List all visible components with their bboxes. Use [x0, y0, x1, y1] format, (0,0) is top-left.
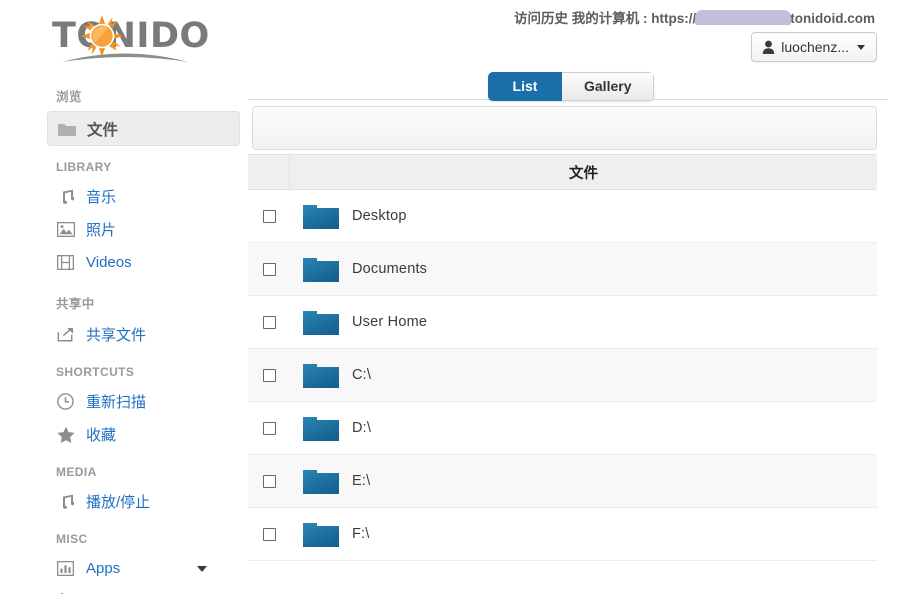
top-bar: TONIDO 访问历史 我的计算机: https:// tonidoid.co… — [0, 0, 901, 66]
sidebar-item-label: 重新扫描 — [86, 394, 147, 411]
row-checkbox[interactable] — [262, 527, 276, 541]
sidebar-item-label: 文件 — [87, 121, 119, 139]
row-checkbox-cell[interactable] — [248, 262, 290, 276]
row-checkbox[interactable] — [262, 474, 276, 488]
film-icon — [56, 253, 75, 272]
row-checkbox[interactable] — [262, 262, 276, 276]
sidebar-section-browse-title: 浏览 — [56, 90, 82, 104]
sidebar-item-label: 共享文件 — [86, 327, 147, 344]
folder-icon — [290, 254, 352, 284]
folder-icon — [290, 201, 352, 231]
photo-icon — [56, 220, 75, 239]
row-checkbox-cell[interactable] — [248, 209, 290, 223]
row-checkbox[interactable] — [262, 315, 276, 329]
file-name: C:\ — [352, 367, 372, 383]
clock-icon — [56, 392, 75, 411]
table-row[interactable]: Documents — [248, 243, 877, 296]
row-checkbox[interactable] — [262, 368, 276, 382]
sidebar-item-label: 播放/停止 — [86, 494, 151, 511]
folder-icon — [290, 360, 352, 390]
folder-icon — [290, 466, 352, 496]
table-row[interactable]: User Home — [248, 296, 877, 349]
folder-icon — [290, 519, 352, 549]
sidebar-item-play-stop[interactable]: 播放/停止 — [47, 485, 240, 518]
row-checkbox[interactable] — [262, 209, 276, 223]
file-name: Documents — [352, 261, 428, 277]
sidebar: 浏览 文件 LIBRARY 音乐 照片 Videos 共享中 共享文件 SHOR… — [0, 70, 248, 594]
file-name: F:\ — [352, 526, 370, 542]
table-row[interactable]: F:\ — [248, 508, 877, 561]
file-table: 文件 Desktop Documents User Home C:\ D:\ E… — [248, 154, 877, 561]
file-name: User Home — [352, 314, 428, 330]
table-row[interactable]: C:\ — [248, 349, 877, 402]
main-content: List Gallery 文件 Desktop Documents User H… — [248, 66, 901, 594]
sidebar-item-photos[interactable]: 照片 — [47, 213, 240, 246]
file-name: Desktop — [352, 208, 407, 224]
user-menu-button[interactable]: luochenz... — [751, 32, 877, 62]
sidebar-section-media-title: MEDIA — [56, 465, 97, 479]
file-name-column-header[interactable]: 文件 — [290, 162, 877, 183]
host-info-line: 访问历史 我的计算机 : https:// tonidoid.com — [514, 7, 875, 27]
sidebar-section-shortcuts-title: SHORTCUTS — [56, 365, 135, 379]
file-name: D:\ — [352, 420, 372, 436]
view-mode-tabs: List Gallery — [488, 72, 655, 101]
music-note-icon — [56, 492, 75, 511]
chevron-down-icon — [857, 44, 865, 50]
sidebar-section-library-title: LIBRARY — [56, 160, 112, 174]
bar-chart-icon — [56, 559, 75, 578]
chevron-down-icon[interactable] — [197, 565, 207, 572]
sidebar-item-label: 音乐 — [86, 189, 117, 206]
sidebar-item-label: Apps — [86, 560, 121, 577]
file-table-header: 文件 — [248, 154, 877, 190]
tonido-file-browser: TONIDO 访问历史 我的计算机: https:// tonidoid.co… — [0, 0, 901, 594]
share-icon — [56, 325, 75, 344]
file-name: E:\ — [352, 473, 371, 489]
row-checkbox-cell[interactable] — [248, 315, 290, 329]
file-toolbar-panel[interactable] — [252, 106, 877, 150]
tab-list[interactable]: List — [488, 72, 562, 101]
folder-icon — [290, 307, 352, 337]
star-icon — [56, 425, 75, 444]
row-checkbox-cell[interactable] — [248, 421, 290, 435]
user-menu-label: luochenz... — [781, 39, 849, 55]
sidebar-item-music[interactable]: 音乐 — [47, 180, 240, 213]
row-checkbox[interactable] — [262, 421, 276, 435]
url-redaction-blob — [695, 10, 792, 25]
sidebar-section-sharing-title: 共享中 — [56, 297, 95, 311]
brand-logo[interactable]: TONIDO — [52, 14, 252, 62]
tab-gallery[interactable]: Gallery — [562, 72, 655, 101]
table-row[interactable]: Desktop — [248, 190, 877, 243]
logo-arc-decoration — [62, 53, 188, 62]
sidebar-item-rescan[interactable]: 重新扫描 — [47, 385, 240, 418]
row-checkbox-cell[interactable] — [248, 474, 290, 488]
select-all-column-header[interactable] — [248, 154, 290, 190]
sidebar-item-apps[interactable]: Apps — [47, 552, 240, 585]
sidebar-item-settings[interactable]: 设置选项 — [47, 585, 240, 594]
row-checkbox-cell[interactable] — [248, 368, 290, 382]
my-computer-label[interactable]: 我的计算机 — [572, 11, 640, 26]
url-suffix: tonidoid.com — [790, 11, 875, 26]
sidebar-item-shared-files[interactable]: 共享文件 — [47, 318, 240, 351]
row-checkbox-cell[interactable] — [248, 527, 290, 541]
user-icon — [763, 40, 775, 54]
sidebar-item-label: Videos — [86, 254, 132, 271]
sidebar-item-label: 收藏 — [86, 427, 117, 444]
sidebar-item-files[interactable]: 文件 — [47, 111, 240, 146]
url-prefix: https:// — [651, 11, 697, 26]
table-row[interactable]: D:\ — [248, 402, 877, 455]
sidebar-section-misc-title: MISC — [56, 532, 88, 546]
folder-icon — [290, 413, 352, 443]
music-note-icon — [56, 187, 75, 206]
sidebar-item-label: 照片 — [86, 222, 117, 239]
sidebar-item-favorites[interactable]: 收藏 — [47, 418, 240, 451]
sidebar-item-videos[interactable]: Videos — [47, 246, 240, 279]
folder-icon — [57, 119, 76, 138]
visit-history-label[interactable]: 访问历史 — [514, 11, 568, 26]
table-row[interactable]: E:\ — [248, 455, 877, 508]
label-separator: : — [642, 11, 648, 26]
